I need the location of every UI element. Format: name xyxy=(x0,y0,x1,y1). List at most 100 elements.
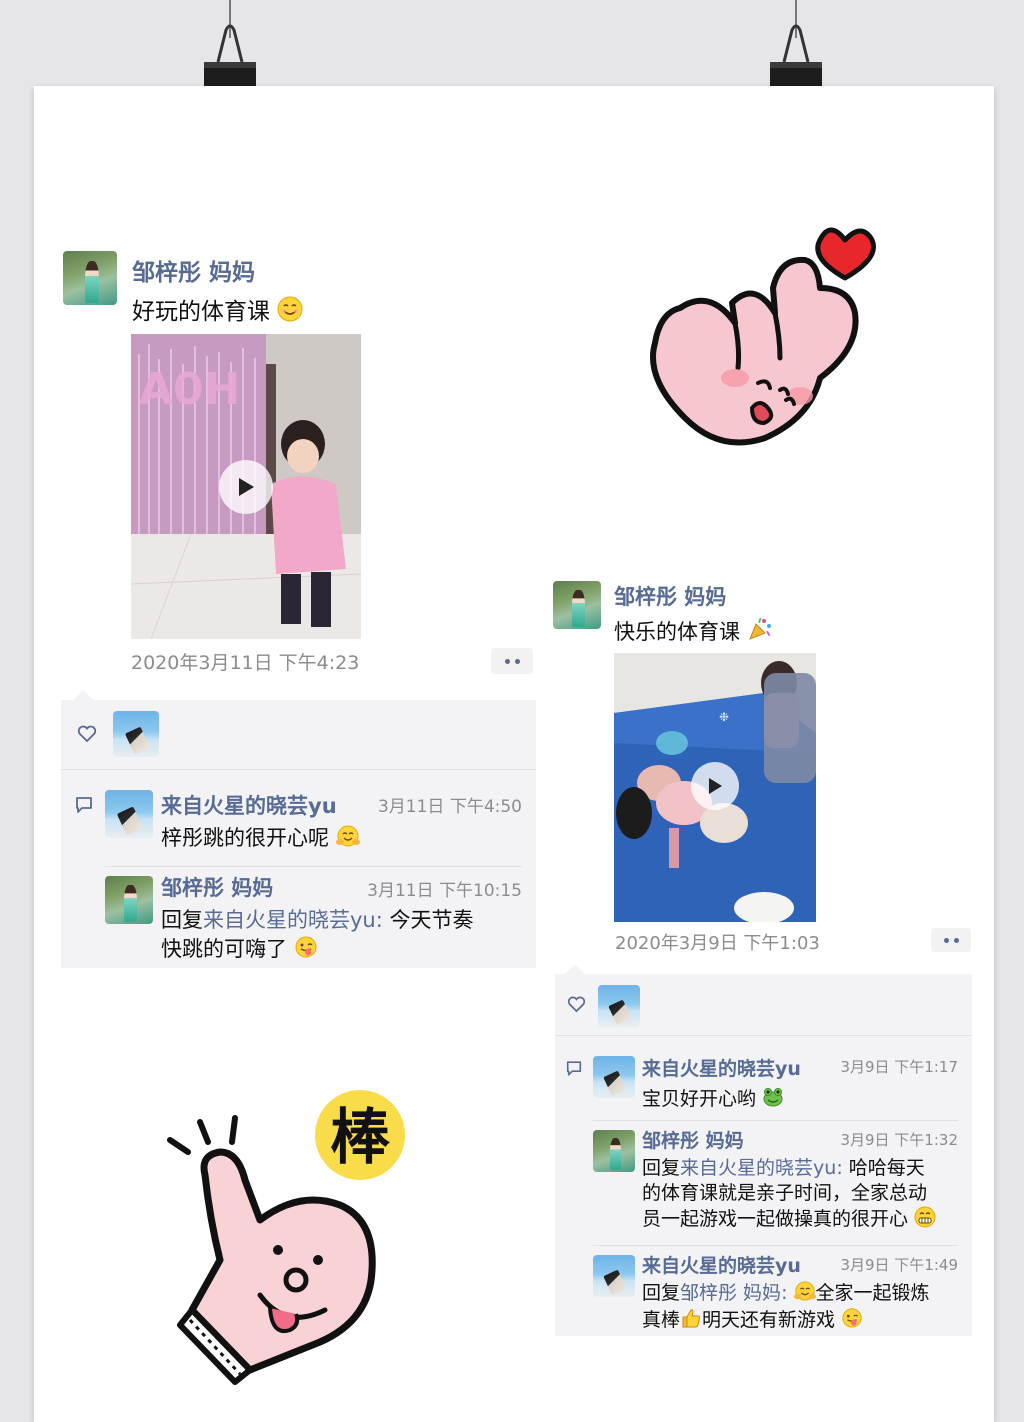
grinning-face-emoji-icon xyxy=(914,1206,936,1228)
panel-pointer xyxy=(73,690,93,700)
post-timestamp: 2020年3月11日 下午4:23 xyxy=(131,652,360,674)
avatar-figure xyxy=(572,589,585,628)
likes-row xyxy=(61,700,536,770)
interaction-panel: 来自火星的晓芸yu 3月11日 下午4:50 梓彤跳的很开心呢 邹梓彤 妈妈 3… xyxy=(61,690,536,968)
comment-body: 明天还有新游戏 xyxy=(702,1309,836,1331)
avatar-figure xyxy=(608,999,632,1026)
svg-text:❉: ❉ xyxy=(719,710,729,724)
smiling-face-emoji-icon xyxy=(277,296,303,322)
caption-text: 好玩的体育课 xyxy=(132,299,270,325)
commenter-avatar[interactable] xyxy=(593,1056,635,1098)
heart-outline-icon xyxy=(77,725,97,743)
play-button[interactable] xyxy=(219,460,273,514)
comment-body: 全家一起锻炼 xyxy=(815,1282,930,1304)
play-button[interactable] xyxy=(691,762,739,810)
comment-body: 真棒 xyxy=(642,1309,681,1331)
comment-line-2: 快跳的可嗨了 xyxy=(161,935,474,964)
reply-target[interactable]: 来自火星的晓芸yu xyxy=(203,908,376,932)
finger-heart-sticker-icon xyxy=(650,227,876,446)
comment-time: 3月11日 下午4:50 xyxy=(377,797,522,817)
comment-text: 回复来自火星的晓芸yu: 哈哈每天 的体育课就是亲子时间，全家总动 员一起游戏一… xyxy=(642,1156,936,1232)
winking-tongue-emoji-icon xyxy=(842,1308,862,1328)
commenter-avatar[interactable] xyxy=(593,1130,635,1172)
more-options-button[interactable] xyxy=(491,648,533,674)
comment-text: 宝贝好开心哟 xyxy=(642,1084,784,1111)
avatar-figure xyxy=(117,806,144,836)
commenter-avatar[interactable] xyxy=(105,790,153,838)
liker-avatar[interactable] xyxy=(113,711,159,757)
comment-item[interactable]: 来自火星的晓芸yu 3月9日 下午1:49 回复邹梓彤 妈妈: 全家一起锻炼 真… xyxy=(555,1245,972,1336)
comment-text: 回复来自火星的晓芸yu: 今天节奏 快跳的可嗨了 xyxy=(161,906,474,964)
party-popper-emoji-icon xyxy=(748,617,771,640)
post-caption: 好玩的体育课 xyxy=(132,292,303,326)
thumbs-up-emoji-icon xyxy=(682,1309,701,1328)
comment-body: 宝贝好开心哟 xyxy=(642,1088,757,1110)
play-icon xyxy=(709,778,722,794)
commenter-name[interactable]: 邹梓彤 妈妈 xyxy=(161,872,273,902)
sticker-label: 棒 xyxy=(330,1103,391,1173)
thumbs-up-sticker-icon: 棒 xyxy=(167,1090,405,1385)
video-thumbnail[interactable]: A0H xyxy=(131,334,361,639)
panel-pointer xyxy=(565,964,585,974)
commenter-name[interactable]: 来自火星的晓芸yu xyxy=(161,790,337,820)
comment-line-2: 真棒 明天还有新游戏 xyxy=(642,1307,930,1334)
reply-prefix: 回复 xyxy=(161,908,203,932)
comment-time: 3月9日 下午1:17 xyxy=(840,1058,958,1076)
comment-item[interactable]: 邹梓彤 妈妈 3月11日 下午10:15 回复来自火星的晓芸yu: 今天节奏 快… xyxy=(61,866,536,968)
comment-body: 员一起游戏一起做操真的很开心 xyxy=(642,1208,909,1230)
avatar-figure xyxy=(124,884,137,923)
comment-time: 3月9日 下午1:32 xyxy=(840,1131,958,1149)
comment-body: 梓彤跳的很开心呢 xyxy=(161,826,329,850)
commenter-avatar[interactable] xyxy=(105,876,153,924)
avatar-figure xyxy=(603,1070,627,1097)
post-caption: 快乐的体育课 xyxy=(614,616,773,646)
reply-prefix: 回复 xyxy=(642,1282,681,1304)
reply-target[interactable]: 邹梓彤 妈妈 xyxy=(680,1282,781,1304)
winking-tongue-emoji-icon xyxy=(295,936,317,958)
avatar-figure xyxy=(84,260,99,303)
comment-item[interactable]: 来自火星的晓芸yu 3月9日 下午1:17 宝贝好开心哟 xyxy=(555,1036,972,1120)
comment-line-1: 回复邹梓彤 妈妈: 全家一起锻炼 xyxy=(642,1280,930,1307)
comment-bubble-icon xyxy=(76,797,92,813)
commenter-name[interactable]: 来自火星的晓芸yu xyxy=(642,1054,801,1081)
avatar-figure xyxy=(124,726,151,756)
comment-line-1: 回复来自火星的晓芸yu: 哈哈每天 xyxy=(642,1156,936,1181)
comment-body: 快跳的可嗨了 xyxy=(161,937,287,961)
reply-separator: : xyxy=(836,1157,849,1179)
comment-text: 回复邹梓彤 妈妈: 全家一起锻炼 真棒 明天还有新游戏 xyxy=(642,1280,930,1334)
avatar[interactable] xyxy=(553,581,601,629)
avatar[interactable] xyxy=(63,251,117,305)
comment-bubble-icon xyxy=(566,1061,582,1076)
comment-item[interactable]: 来自火星的晓芸yu 3月11日 下午4:50 梓彤跳的很开心呢 xyxy=(61,770,536,866)
comment-text: 梓彤跳的很开心呢 xyxy=(161,822,360,852)
likes-row xyxy=(555,974,972,1036)
svg-text:A0H: A0H xyxy=(139,364,241,415)
post-timestamp: 2020年3月9日 下午1:03 xyxy=(615,933,820,954)
heart-outline-icon xyxy=(567,996,586,1013)
comment-line-3: 员一起游戏一起做操真的很开心 xyxy=(642,1206,936,1232)
comment-item[interactable]: 邹梓彤 妈妈 3月9日 下午1:32 回复来自火星的晓芸yu: 哈哈每天 的体育… xyxy=(555,1120,972,1244)
comment-line-1: 回复来自火星的晓芸yu: 今天节奏 xyxy=(161,906,474,935)
comment-line-2: 的体育课就是亲子时间，全家总动 xyxy=(642,1182,928,1204)
reply-separator: : xyxy=(781,1282,794,1304)
avatar-figure xyxy=(603,1269,627,1296)
avatar-figure xyxy=(609,1137,621,1171)
hugging-face-emoji-icon xyxy=(335,825,360,847)
interaction-panel: 来自火星的晓芸yu 3月9日 下午1:17 宝贝好开心哟 邹梓彤 妈妈 3月9日… xyxy=(555,964,972,1336)
commenter-avatar[interactable] xyxy=(593,1255,635,1297)
reply-prefix: 回复 xyxy=(642,1157,681,1179)
frog-emoji-icon xyxy=(763,1088,783,1107)
commenter-name[interactable]: 邹梓彤 妈妈 xyxy=(642,1126,744,1153)
more-options-button[interactable] xyxy=(931,928,971,952)
hugging-face-emoji-icon xyxy=(793,1281,816,1301)
liker-avatar[interactable] xyxy=(598,985,640,1027)
video-thumbnail[interactable]: ❉ xyxy=(614,653,816,922)
comment-body: 今天节奏 xyxy=(389,908,474,932)
comment-time: 3月11日 下午10:15 xyxy=(367,881,522,901)
post-author[interactable]: 邹梓彤 妈妈 xyxy=(614,581,726,611)
reply-separator: : xyxy=(375,908,390,932)
comment-body: 哈哈每天 xyxy=(848,1157,925,1179)
post-author[interactable]: 邹梓彤 妈妈 xyxy=(132,253,255,287)
commenter-name[interactable]: 来自火星的晓芸yu xyxy=(642,1251,801,1278)
reply-target[interactable]: 来自火星的晓芸yu xyxy=(680,1157,836,1179)
